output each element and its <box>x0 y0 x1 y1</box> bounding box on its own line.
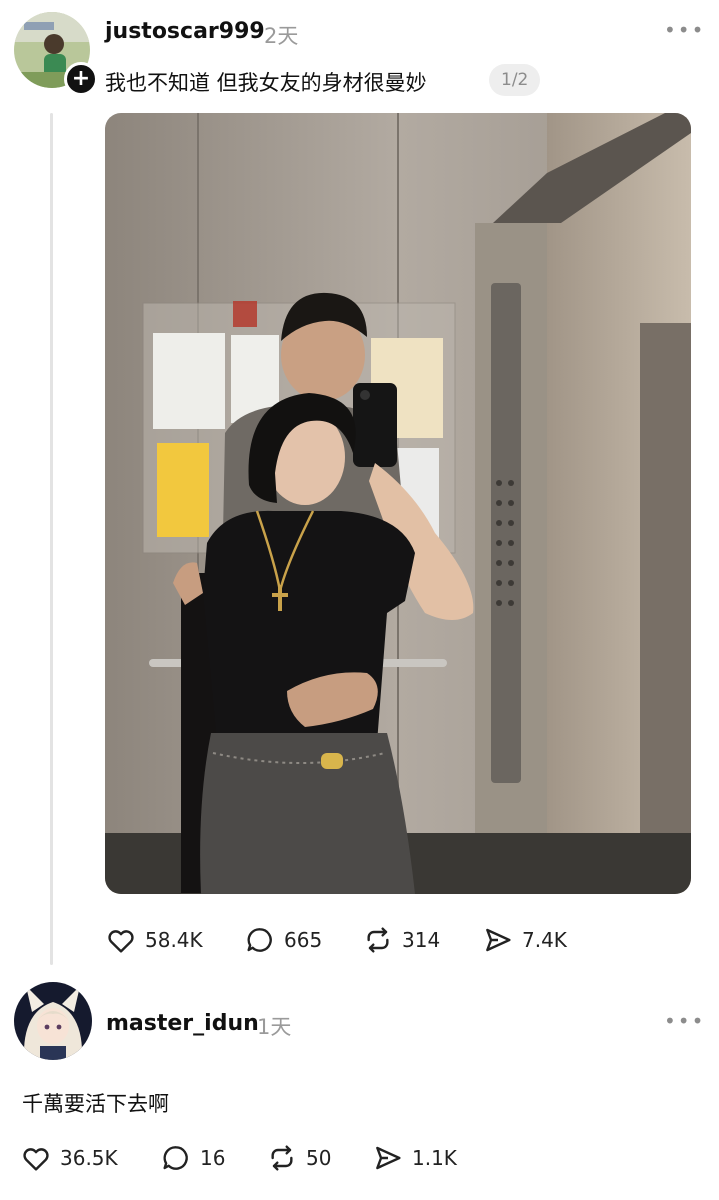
comment-count: 665 <box>284 928 323 952</box>
like-count: 58.4K <box>145 928 203 952</box>
thread-line <box>50 113 53 965</box>
repost-action[interactable]: 314 <box>362 924 440 956</box>
post-time: 2天 <box>264 24 299 48</box>
reply-repost-count: 50 <box>306 1146 332 1170</box>
reply-text: 千萬要活下去啊 <box>22 1092 169 1116</box>
repost-icon <box>362 924 394 956</box>
follow-plus-icon[interactable]: + <box>64 62 98 96</box>
like-action[interactable]: 58.4K <box>105 924 203 956</box>
reply-repost-action[interactable]: 50 <box>266 1142 331 1174</box>
share-action[interactable]: 7.4K <box>482 924 567 956</box>
repost-icon <box>266 1142 298 1174</box>
comment-action[interactable]: 665 <box>244 924 322 956</box>
reply-share-count: 1.1K <box>412 1146 457 1170</box>
reply-comment-count: 16 <box>200 1146 226 1170</box>
reply-username[interactable]: master_idun <box>106 1011 259 1036</box>
repost-count: 314 <box>402 928 441 952</box>
post-text: 我也不知道 但我女友的身材很曼妙 <box>105 71 427 95</box>
heart-icon <box>20 1142 52 1174</box>
more-horizontal-icon[interactable]: ••• <box>664 18 705 42</box>
heart-icon <box>105 924 137 956</box>
reply-avatar[interactable] <box>14 982 92 1060</box>
reply-like-count: 36.5K <box>60 1146 118 1170</box>
post-username[interactable]: justoscar999 <box>105 19 265 44</box>
reply-share-action[interactable]: 1.1K <box>372 1142 457 1174</box>
send-icon <box>482 924 514 956</box>
share-count: 7.4K <box>522 928 567 952</box>
comment-icon <box>244 924 276 956</box>
reply-like-action[interactable]: 36.5K <box>20 1142 118 1174</box>
more-horizontal-icon[interactable]: ••• <box>664 1009 705 1033</box>
reply-time: 1天 <box>257 1015 292 1039</box>
image-counter: 1/2 <box>489 64 541 96</box>
comment-icon <box>160 1142 192 1174</box>
post-photo[interactable] <box>105 113 691 894</box>
reply-comment-action[interactable]: 16 <box>160 1142 225 1174</box>
send-icon <box>372 1142 404 1174</box>
